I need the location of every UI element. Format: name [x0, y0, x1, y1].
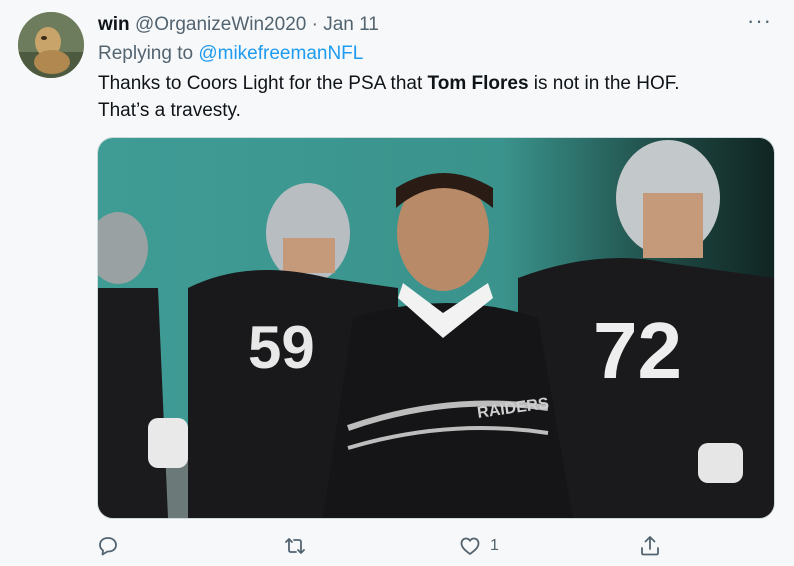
tweet-actions: 1	[0, 528, 794, 564]
like-count: 1	[490, 537, 499, 554]
tweet-date[interactable]: Jan 11	[323, 14, 379, 35]
tweet[interactable]: win @OrganizeWin2020 · Jan 11 ··· Replyi…	[0, 0, 794, 566]
jersey-number-left: 59	[248, 314, 315, 381]
share-icon	[641, 536, 659, 556]
replying-to-label: Replying to	[98, 43, 194, 64]
reply-button[interactable]	[96, 532, 120, 560]
retweet-icon	[285, 538, 305, 554]
tweet-photo[interactable]: 59 72 RAIDERS	[97, 137, 775, 519]
reply-icon	[99, 537, 117, 556]
jersey-number-right: 72	[593, 306, 682, 395]
separator-dot: ·	[311, 14, 318, 35]
display-name[interactable]: win	[98, 14, 130, 35]
tweet-header: win @OrganizeWin2020 · Jan 11	[98, 14, 379, 36]
user-handle[interactable]: @OrganizeWin2020	[135, 14, 306, 35]
tweet-text-part1: Thanks to Coors Light for the PSA that	[98, 73, 428, 94]
replying-to-line: Replying to @mikefreemanNFL	[98, 42, 363, 66]
more-options-icon[interactable]: ···	[747, 10, 772, 32]
tweet-text-bold: Tom Flores	[427, 73, 529, 94]
tweet-text: Thanks to Coors Light for the PSA that T…	[98, 70, 778, 124]
retweet-button[interactable]	[283, 532, 307, 560]
reply-mention-link[interactable]: @mikefreemanNFL	[198, 43, 363, 64]
heart-icon	[460, 537, 480, 555]
tweet-text-line2: That’s a travesty.	[98, 100, 241, 121]
share-button[interactable]	[638, 532, 662, 560]
tweet-text-part2: is not in the HOF.	[528, 73, 680, 94]
like-button[interactable]: 1	[458, 532, 499, 560]
photo-image: 59 72 RAIDERS	[98, 138, 774, 518]
avatar[interactable]	[18, 12, 84, 78]
